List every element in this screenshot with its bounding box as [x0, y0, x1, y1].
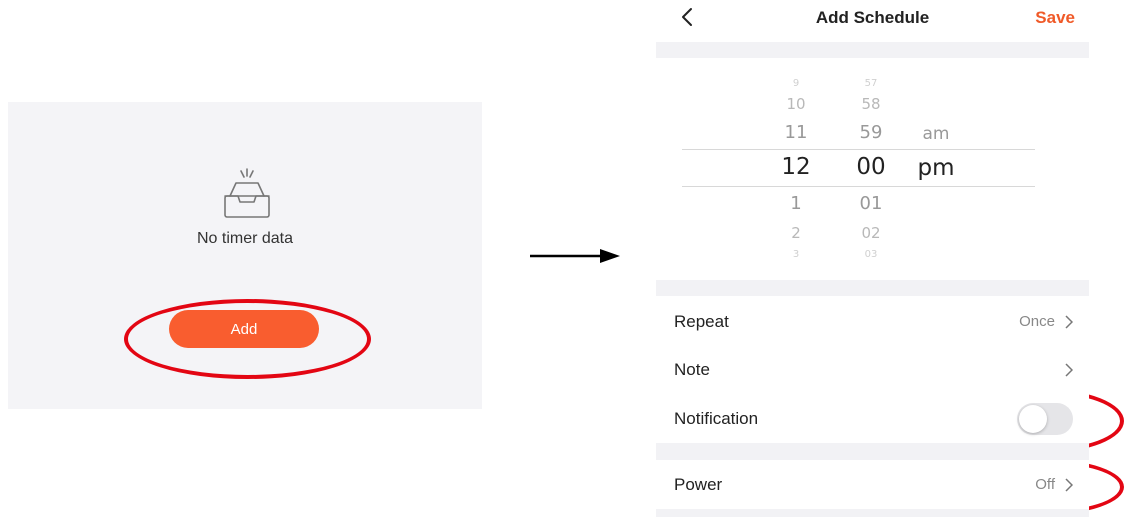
hour-selected[interactable]: 12 — [766, 154, 826, 180]
chevron-right-icon — [1065, 478, 1073, 492]
page-title: Add Schedule — [815, 8, 930, 27]
repeat-value: Once — [1019, 313, 1055, 330]
hour-option[interactable]: 1 — [766, 193, 826, 214]
minute-option[interactable]: 02 — [841, 224, 901, 242]
notification-label: Notification — [674, 409, 759, 428]
chevron-right-icon — [1065, 363, 1073, 377]
note-label: Note — [674, 360, 710, 379]
save-button[interactable]: Save — [1035, 8, 1075, 28]
period-selected[interactable]: pm — [911, 155, 961, 181]
minute-option[interactable]: 59 — [841, 122, 901, 143]
minute-option[interactable]: 57 — [841, 78, 901, 89]
notification-toggle[interactable] — [1017, 403, 1073, 435]
nav-bar: Add Schedule Save — [656, 0, 1089, 42]
chevron-right-icon — [1065, 315, 1073, 329]
repeat-row[interactable]: Repeat Once — [656, 298, 1089, 346]
section-divider — [656, 509, 1089, 517]
hour-option[interactable]: 10 — [766, 95, 826, 113]
minute-selected[interactable]: 00 — [841, 154, 901, 180]
empty-inbox-icon — [224, 168, 270, 218]
picker-selection-top-line — [682, 149, 1035, 150]
toggle-knob — [1019, 405, 1047, 433]
power-label: Power — [674, 475, 723, 494]
section-divider — [656, 443, 1089, 460]
empty-message: No timer data — [196, 230, 294, 247]
hour-option[interactable]: 11 — [766, 122, 826, 143]
notification-row: Notification — [656, 395, 1089, 443]
hour-option[interactable]: 3 — [766, 249, 826, 260]
section-divider — [656, 280, 1089, 296]
arrow-right-icon — [530, 249, 620, 263]
minute-option[interactable]: 58 — [841, 95, 901, 113]
power-value: Off — [1035, 476, 1055, 493]
power-row[interactable]: Power Off — [656, 461, 1089, 509]
section-divider — [656, 42, 1089, 58]
add-timer-button[interactable]: Add — [169, 310, 319, 348]
hour-option[interactable]: 2 — [766, 224, 826, 242]
note-row[interactable]: Note — [656, 346, 1089, 394]
minute-option[interactable]: 01 — [841, 193, 901, 214]
picker-selection-bottom-line — [682, 186, 1035, 187]
period-option[interactable]: am — [911, 124, 961, 144]
repeat-label: Repeat — [674, 312, 729, 331]
add-schedule-screen: Add Schedule Save 9 10 11 12 1 2 3 57 58… — [656, 0, 1089, 517]
minute-option[interactable]: 03 — [841, 249, 901, 260]
empty-timer-panel: No timer data Add — [8, 102, 482, 409]
hour-option[interactable]: 9 — [766, 78, 826, 89]
time-picker[interactable]: 9 10 11 12 1 2 3 57 58 59 00 01 02 03 am… — [656, 58, 1089, 280]
